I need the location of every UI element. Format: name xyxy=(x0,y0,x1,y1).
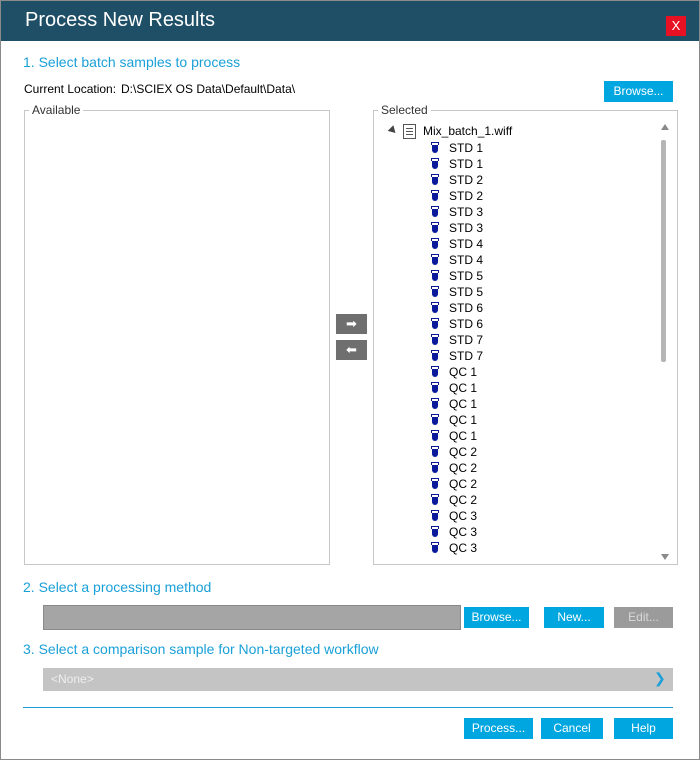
tree-sample-label: STD 1 xyxy=(449,141,484,155)
tree-sample-label: QC 3 xyxy=(449,541,478,555)
arrow-right-icon: ➡ xyxy=(346,316,357,331)
help-button[interactable]: Help xyxy=(614,718,673,739)
available-label: Available xyxy=(29,103,84,117)
vial-icon xyxy=(431,494,439,506)
section2-label: 2. Select a processing method xyxy=(23,579,212,595)
vial-icon xyxy=(431,478,439,490)
vial-icon xyxy=(431,510,439,522)
vial-icon xyxy=(431,286,439,298)
current-location-value: D:\SCIEX OS Data\Default\Data\ xyxy=(121,82,296,96)
vial-icon xyxy=(431,462,439,474)
tree-sample-label: QC 2 xyxy=(449,445,478,459)
vial-icon xyxy=(431,142,439,154)
arrow-left-icon: ⬅ xyxy=(346,342,357,357)
dialog-title: Process New Results xyxy=(25,9,216,31)
tree-sample-label: QC 3 xyxy=(449,509,478,523)
tree-sample-label: STD 5 xyxy=(449,285,484,299)
current-location-label: Current Location: xyxy=(24,82,117,96)
tree-sample-label: QC 2 xyxy=(449,493,478,507)
vial-icon xyxy=(431,366,439,378)
vial-icon xyxy=(431,238,439,250)
vial-icon xyxy=(431,350,439,362)
file-icon xyxy=(403,124,416,139)
edit-method-button[interactable]: Edit... xyxy=(614,607,673,628)
browse-method-button[interactable]: Browse... xyxy=(464,607,529,628)
tree-sample-label: QC 2 xyxy=(449,461,478,475)
selected-tree: Mix_batch_1.wiff STD 1 STD 1 STD 2 STD 2 STD… xyxy=(381,121,651,561)
tree-sample-label: QC 1 xyxy=(449,381,478,395)
tree-sample-label: STD 5 xyxy=(449,269,484,283)
vial-icon xyxy=(431,174,439,186)
cancel-button[interactable]: Cancel xyxy=(541,718,603,739)
move-left-button[interactable]: ⬅ xyxy=(336,340,367,360)
comparison-sample-value: <None> xyxy=(51,672,94,686)
scroll-up-icon[interactable] xyxy=(661,124,669,130)
vial-icon xyxy=(431,254,439,266)
tree-sample-label: STD 4 xyxy=(449,253,484,267)
title-bar: Process New Results X xyxy=(1,1,699,41)
tree-sample-label: QC 1 xyxy=(449,429,478,443)
tree-sample-label: STD 6 xyxy=(449,301,484,315)
vial-icon xyxy=(431,318,439,330)
tree-sample-label: STD 1 xyxy=(449,157,484,171)
tree-sample-label: STD 3 xyxy=(449,221,484,235)
selected-list-scrollbar[interactable] xyxy=(657,120,671,564)
vial-icon xyxy=(431,206,439,218)
close-button[interactable]: X xyxy=(666,16,686,36)
browse-location-button[interactable]: Browse... xyxy=(604,81,673,102)
vial-icon xyxy=(431,302,439,314)
vial-icon xyxy=(431,526,439,538)
vial-icon xyxy=(431,334,439,346)
tree-root-label: Mix_batch_1.wiff xyxy=(423,124,513,138)
tree-sample-label: STD 2 xyxy=(449,173,484,187)
tree-sample-label: QC 1 xyxy=(449,397,478,411)
vial-icon xyxy=(431,446,439,458)
vial-icon xyxy=(431,222,439,234)
tree-sample-label: QC 1 xyxy=(449,413,478,427)
vial-icon xyxy=(431,398,439,410)
tree-sample-label: STD 7 xyxy=(449,349,484,363)
scroll-down-icon[interactable] xyxy=(661,554,669,560)
vial-icon xyxy=(431,270,439,282)
move-right-button[interactable]: ➡ xyxy=(336,314,367,334)
selected-label: Selected xyxy=(378,103,431,117)
tree-sample-label: STD 6 xyxy=(449,317,484,331)
vial-icon xyxy=(431,430,439,442)
collapse-triangle-icon[interactable] xyxy=(387,125,399,136)
processing-method-field[interactable] xyxy=(43,605,461,630)
section1-label: 1. Select batch samples to process xyxy=(23,54,241,70)
tree-sample-label: QC 1 xyxy=(449,365,478,379)
dialog-content: 1. Select batch samples to process Curre… xyxy=(7,41,693,753)
tree-sample-label: STD 2 xyxy=(449,189,484,203)
process-button[interactable]: Process... xyxy=(464,718,533,739)
process-new-results-dialog: Process New Results X 1. Select batch sa… xyxy=(0,0,700,760)
chevron-down-icon[interactable]: ❯ xyxy=(654,670,666,687)
vial-icon xyxy=(431,158,439,170)
tree-sample-label: STD 4 xyxy=(449,237,484,251)
section3-label: 3. Select a comparison sample for Non-ta… xyxy=(23,641,379,657)
available-list[interactable] xyxy=(24,110,330,565)
vial-icon xyxy=(431,414,439,426)
tree-sample-label: QC 3 xyxy=(449,525,478,539)
vial-icon xyxy=(431,542,439,554)
vial-icon xyxy=(431,382,439,394)
footer-separator xyxy=(23,707,673,708)
new-method-button[interactable]: New... xyxy=(544,607,604,628)
comparison-sample-dropdown[interactable]: <None> ❯ xyxy=(43,668,673,691)
tree-sample-label: STD 3 xyxy=(449,205,484,219)
tree-sample-label: QC 2 xyxy=(449,477,478,491)
vial-icon xyxy=(431,190,439,202)
tree-sample-label: STD 7 xyxy=(449,333,484,347)
scroll-thumb[interactable] xyxy=(661,140,666,362)
